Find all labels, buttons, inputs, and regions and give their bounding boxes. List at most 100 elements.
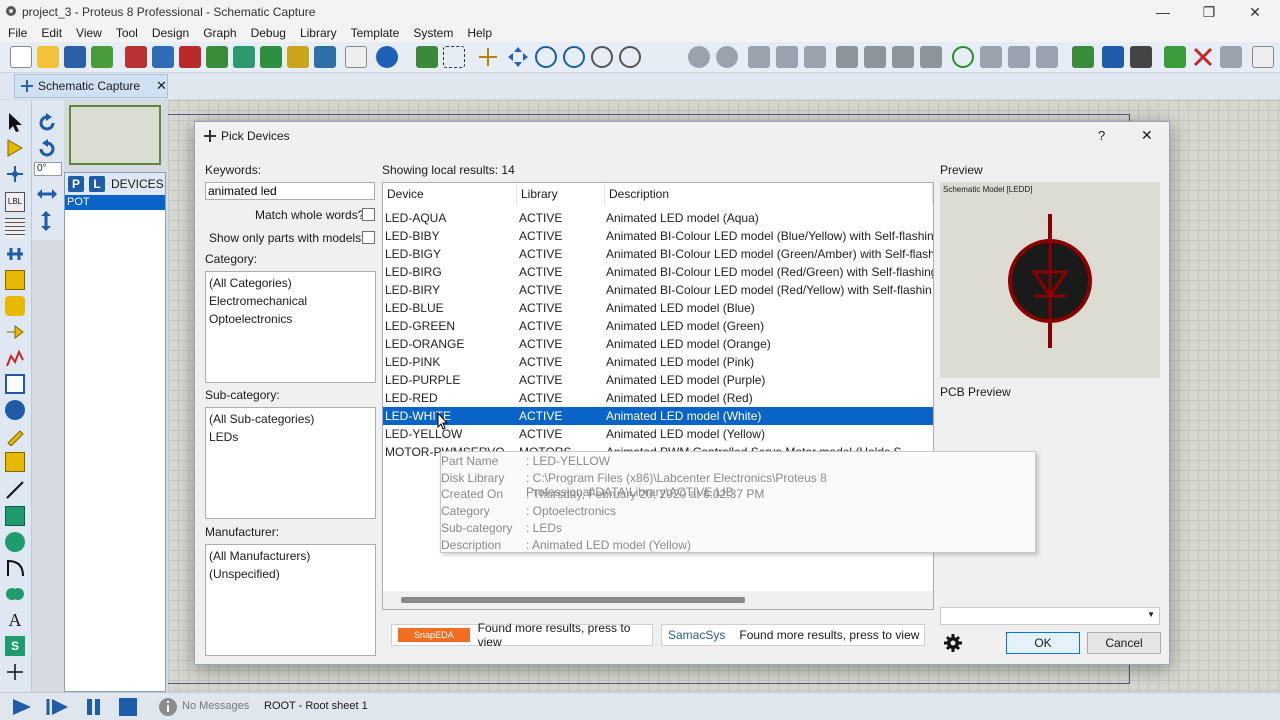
redo-icon[interactable] <box>716 46 738 68</box>
generator-icon[interactable] <box>5 400 25 420</box>
block-copy-icon[interactable] <box>836 46 858 68</box>
tab-close-button[interactable]: ✕ <box>156 78 167 94</box>
home-icon[interactable] <box>125 46 147 68</box>
script-icon[interactable] <box>1252 46 1274 68</box>
help-icon[interactable] <box>376 46 398 68</box>
overview-window[interactable] <box>69 105 161 165</box>
match-whole-words-checkbox[interactable] <box>362 208 375 221</box>
recorder-icon[interactable] <box>5 374 25 394</box>
text-icon[interactable]: A <box>5 610 25 630</box>
menu-file[interactable]: File <box>0 26 33 40</box>
table-row[interactable]: LED-BIGY ACTIVE Animated BI-Colour LED mod… <box>383 245 933 263</box>
search-tag-icon[interactable] <box>1102 46 1124 68</box>
table-row[interactable]: LED-ORANGE ACTIVE Animated LED model (Oran… <box>383 335 933 353</box>
column-description[interactable]: Description <box>605 183 933 205</box>
zoom-all-icon[interactable] <box>591 46 613 68</box>
minimize-button[interactable]: — <box>1140 0 1186 24</box>
scrollbar-thumb[interactable] <box>401 597 745 603</box>
cancel-button[interactable]: Cancel <box>1087 632 1161 654</box>
list-item[interactable]: Electromechanical <box>206 292 375 310</box>
table-row[interactable]: LED-BIRG ACTIVE Animated BI-Colour LED mod… <box>383 263 933 281</box>
property-tool-icon[interactable] <box>1130 46 1152 68</box>
rotate-cw-icon[interactable] <box>36 112 58 134</box>
make-device-icon[interactable] <box>980 46 1002 68</box>
table-row[interactable]: LED-BIBY ACTIVE Animated BI-Colour LED mod… <box>383 227 933 245</box>
menu-edit[interactable]: Edit <box>33 26 68 40</box>
dialog-help-button[interactable]: ? <box>1098 128 1105 143</box>
mirror-x-icon[interactable] <box>36 186 58 202</box>
terminal-icon[interactable] <box>5 296 25 316</box>
paste-icon[interactable] <box>804 46 826 68</box>
list-item[interactable]: Optoelectronics <box>206 310 375 328</box>
table-row[interactable]: LED-YELLOW ACTIVE Animated LED model (Yell… <box>383 425 933 443</box>
footprint-select[interactable]: ▼ <box>940 607 1160 625</box>
pan-icon[interactable] <box>507 46 529 68</box>
tab-schematic-capture[interactable]: Schematic Capture ✕ <box>14 74 168 98</box>
zoom-in-icon[interactable] <box>535 46 557 68</box>
gear-icon[interactable] <box>943 633 963 653</box>
pcb-icon[interactable] <box>179 46 201 68</box>
block-delete-icon[interactable] <box>920 46 942 68</box>
menu-tool[interactable]: Tool <box>108 26 144 40</box>
rotate-ccw-icon[interactable] <box>36 138 58 160</box>
symbol-icon[interactable]: S <box>5 636 25 656</box>
new-file-icon[interactable] <box>10 46 32 68</box>
cut-icon[interactable] <box>748 46 770 68</box>
table-row[interactable]: LED-GREEN ACTIVE Animated LED model (Green… <box>383 317 933 335</box>
path-icon[interactable] <box>5 584 25 604</box>
refresh-icon[interactable] <box>416 46 438 68</box>
schematic-icon[interactable] <box>152 46 174 68</box>
line-icon[interactable] <box>5 480 25 500</box>
restore-button[interactable]: ❐ <box>1186 0 1232 24</box>
mirror-y-icon[interactable] <box>38 210 54 232</box>
undo-icon[interactable] <box>688 46 710 68</box>
step-icon[interactable] <box>46 697 70 717</box>
menu-view[interactable]: View <box>68 26 108 40</box>
list-item[interactable]: (All Manufacturers) <box>206 547 375 565</box>
3d-view-icon[interactable] <box>206 46 228 68</box>
arc-icon[interactable] <box>5 558 25 578</box>
column-library[interactable]: Library <box>517 183 605 205</box>
junction-icon[interactable] <box>5 164 25 184</box>
menu-graph[interactable]: Graph <box>195 26 242 40</box>
column-device[interactable]: Device <box>383 183 517 205</box>
zoom-out-icon[interactable] <box>563 46 585 68</box>
table-row[interactable]: LED-BIRY ACTIVE Animated BI-Colour LED mod… <box>383 281 933 299</box>
select-mode-icon[interactable] <box>5 112 25 132</box>
list-item[interactable]: (All Sub-categories) <box>206 410 375 428</box>
rotation-input[interactable]: 0° <box>34 162 62 176</box>
subcircuit-icon[interactable] <box>5 270 25 290</box>
snapeda-button[interactable]: SnapEDA Found more results, press to vie… <box>391 621 653 649</box>
copy-icon[interactable] <box>776 46 798 68</box>
keywords-input[interactable] <box>205 182 375 200</box>
block-move-icon[interactable] <box>864 46 886 68</box>
table-row[interactable]: LED-WHITE ACTIVE Animated LED model (White… <box>383 407 933 425</box>
table-row[interactable]: LED-PURPLE ACTIVE Animated LED model (Purp… <box>383 371 933 389</box>
component-mode-icon[interactable] <box>5 138 25 158</box>
pick-device-icon[interactable] <box>952 46 974 68</box>
dialog-close-button[interactable]: ✕ <box>1141 127 1153 144</box>
wire-autorouter-icon[interactable] <box>1072 46 1094 68</box>
device-list-item[interactable]: POT <box>65 195 165 210</box>
text-script-icon[interactable] <box>5 218 25 238</box>
table-row[interactable]: LED-AQUA ACTIVE Animated LED model (Aqua) <box>383 209 933 227</box>
marker-icon[interactable] <box>5 662 25 682</box>
document-icon[interactable] <box>345 46 367 68</box>
box-icon[interactable] <box>5 506 25 526</box>
table-row[interactable]: LED-PINK ACTIVE Animated LED model (Pink) <box>383 353 933 371</box>
list-item[interactable]: LEDs <box>206 428 375 446</box>
stop-icon[interactable] <box>116 697 140 717</box>
samacsys-button[interactable]: SamacSys Found more results, press to vi… <box>661 624 925 646</box>
instrument-icon[interactable] <box>5 452 25 472</box>
wire-label-icon[interactable]: LBL <box>5 192 25 212</box>
package-tool-icon[interactable] <box>1008 46 1030 68</box>
library-manager-button[interactable]: L <box>89 176 105 192</box>
list-item[interactable]: (Unspecified) <box>206 565 375 583</box>
menu-system[interactable]: System <box>405 26 459 40</box>
pin-icon[interactable] <box>5 322 25 342</box>
list-item[interactable]: (All Categories) <box>206 274 375 292</box>
pick-devices-button[interactable]: P <box>68 176 84 192</box>
play-icon[interactable] <box>10 697 34 717</box>
probe-icon[interactable] <box>5 426 25 446</box>
gerber-icon[interactable] <box>233 46 255 68</box>
